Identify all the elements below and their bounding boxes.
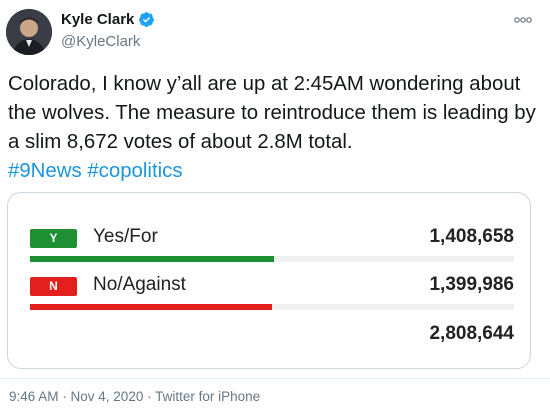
tweet-body: Colorado, I know y’all are up at 2:45AM … — [8, 73, 536, 153]
tweet-meta: 9:46 AM · Nov 4, 2020 · Twitter for iPho… — [9, 389, 260, 404]
yes-votes: 1,408,658 — [429, 226, 514, 247]
yes-badge: Y — [30, 229, 77, 248]
meta-sep-2: · — [143, 389, 156, 404]
no-label: No/Against — [93, 274, 186, 295]
total-votes: 2,808,644 — [429, 323, 514, 344]
tweet-source[interactable]: Twitter for iPhone — [155, 389, 260, 404]
no-votes: 1,399,986 — [429, 274, 514, 295]
tweet: Kyle Clark @KyleClark Colorado, I know y… — [0, 0, 550, 416]
verified-badge-icon — [139, 12, 155, 27]
meta-sep-1: · — [58, 389, 71, 404]
yes-bar — [30, 256, 514, 262]
author-handle[interactable]: @KyleClark — [61, 33, 140, 50]
no-bar — [30, 304, 514, 310]
tweet-text: Colorado, I know y’all are up at 2:45AM … — [8, 70, 538, 186]
author-name[interactable]: Kyle Clark — [61, 11, 134, 28]
tweet-hashtags[interactable]: #9News #copolitics — [8, 160, 183, 182]
yes-bar-fill — [30, 256, 274, 262]
divider — [0, 378, 550, 379]
avatar[interactable] — [6, 9, 52, 55]
more-options-icon[interactable] — [514, 16, 532, 24]
tweet-date[interactable]: Nov 4, 2020 — [71, 389, 144, 404]
tweet-time[interactable]: 9:46 AM — [9, 389, 59, 404]
yes-label: Yes/For — [93, 226, 158, 247]
no-bar-fill — [30, 304, 273, 310]
no-badge: N — [30, 277, 77, 296]
results-card[interactable]: Y Yes/For 1,408,658 N No/Against 1,399,9… — [7, 192, 531, 369]
